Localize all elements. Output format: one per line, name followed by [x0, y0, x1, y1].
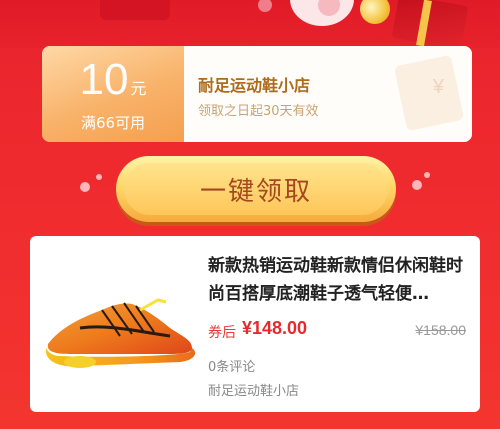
- original-price: ¥158.00: [415, 322, 466, 338]
- coupon-shop-name: 耐足运动鞋小店: [198, 76, 311, 95]
- coupon-value-panel: 10 元 满66可用: [42, 46, 184, 142]
- coupon-validity: 领取之日起30天有效: [198, 104, 319, 119]
- sparkle-decoration: [412, 180, 422, 190]
- coupon-condition: 满66可用: [80, 114, 146, 132]
- coupon-page: 10 元 满66可用 耐足运动鞋小店 领取之日起30天有效 ¥ 一键领取 新款热…: [0, 0, 500, 429]
- review-count: 0条评论: [208, 360, 256, 375]
- sparkle-decoration: [424, 172, 430, 178]
- claim-coupon-button[interactable]: 一键领取: [116, 156, 396, 222]
- sparkle-decoration: [96, 174, 102, 180]
- coupon-amount-unit: 元: [130, 81, 147, 98]
- ticket-decoration-icon: [393, 54, 465, 132]
- yen-mark-icon: ¥: [432, 76, 444, 98]
- coupon-info-panel: 耐足运动鞋小店 领取之日起30天有效 ¥: [184, 46, 472, 142]
- sparkle-decoration: [80, 182, 90, 192]
- claim-coupon-label: 一键领取: [124, 163, 388, 215]
- coupon-amount: 10 元: [42, 56, 184, 114]
- coupon-amount-number: 10: [79, 55, 129, 104]
- price-after-coupon: ¥148.00: [242, 318, 308, 338]
- price-after-coupon-label: 券后: [208, 325, 236, 341]
- sneaker-icon: [45, 298, 196, 368]
- product-title[interactable]: 新款热销运动鞋新款情侣休闲鞋时尚百搭厚底潮鞋子透气轻便…: [208, 252, 468, 308]
- decorative-tab: [100, 0, 170, 20]
- product-card[interactable]: 新款热销运动鞋新款情侣休闲鞋时尚百搭厚底潮鞋子透气轻便… 券后 ¥148.00 …: [30, 236, 480, 412]
- product-shop-name[interactable]: 耐足运动鞋小店: [208, 380, 299, 399]
- coupon-card: 10 元 满66可用 耐足运动鞋小店 领取之日起30天有效 ¥: [42, 46, 472, 142]
